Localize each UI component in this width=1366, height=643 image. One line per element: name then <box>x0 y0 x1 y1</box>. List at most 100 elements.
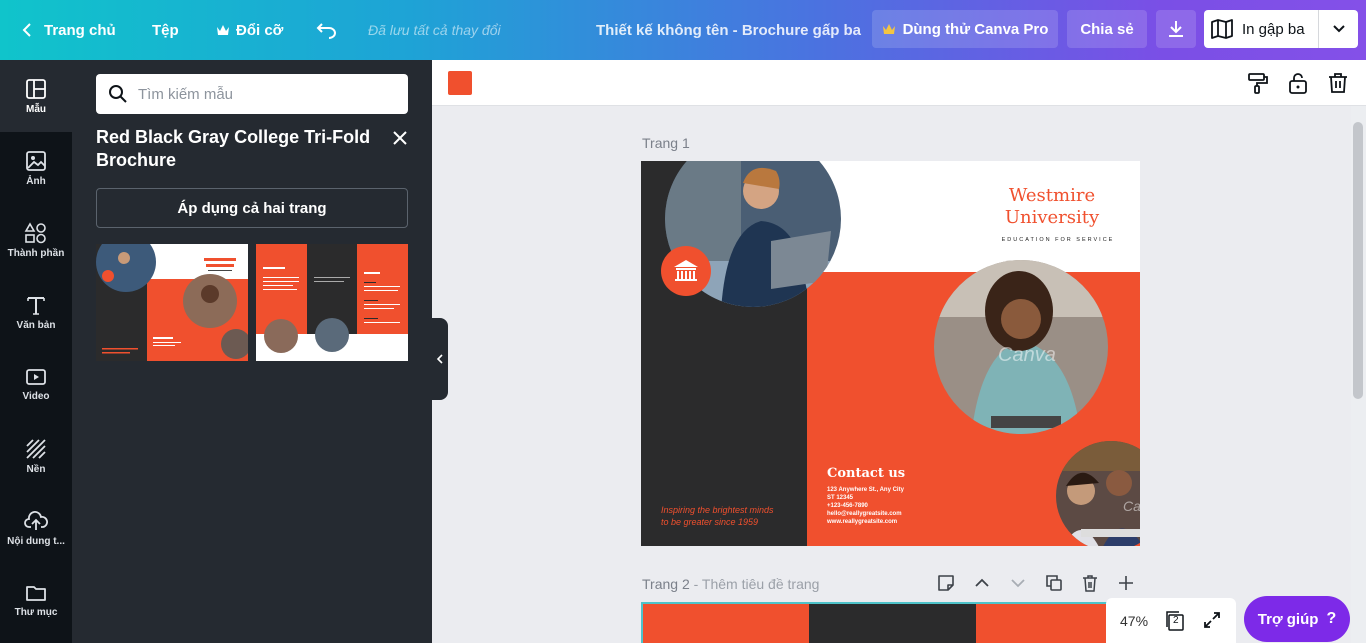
file-label: Tệp <box>152 21 179 39</box>
page-count-button[interactable]: 2 <box>1164 610 1186 632</box>
home-back-button[interactable]: Trang chủ <box>20 0 116 60</box>
template-thumbnail-page1[interactable] <box>96 244 248 361</box>
thumbnail-page1-image <box>96 244 248 361</box>
rail-label: Thư mục <box>14 606 58 618</box>
brochure-page-2[interactable] <box>641 602 1140 643</box>
video-icon <box>26 368 46 385</box>
contact-line: www.reallygreatsite.com <box>827 519 898 525</box>
chevron-down-icon[interactable] <box>1332 24 1346 34</box>
brochure-subtitle: EDUCATION FOR SERVICE <box>1001 237 1115 243</box>
undo-button[interactable] <box>316 0 338 60</box>
add-page-title[interactable]: - Thêm tiêu đề trang <box>690 576 820 592</box>
scrollbar-thumb[interactable] <box>1353 122 1363 399</box>
rail-label: Văn bản <box>16 319 56 331</box>
page-note-icon[interactable] <box>936 573 956 593</box>
rail-item-photos[interactable]: Ảnh <box>0 132 72 204</box>
delete-page-icon[interactable] <box>1080 573 1100 593</box>
watermark-text: Canva <box>998 344 1056 366</box>
paint-roller-icon[interactable] <box>1246 71 1270 95</box>
document-title[interactable]: Thiết kế không tên - Brochure gấp ba <box>596 0 861 60</box>
watermark-text: Canva <box>1123 498 1140 514</box>
fullscreen-icon[interactable] <box>1202 610 1222 630</box>
brochure-page-2-artwork <box>643 604 1138 643</box>
page-1-label: Trang 1 <box>642 135 690 151</box>
try-pro-button[interactable]: Dùng thử Canva Pro <box>872 10 1058 48</box>
close-icon[interactable] <box>390 128 410 148</box>
help-button[interactable]: Trợ giúp ? <box>1244 596 1350 642</box>
rail-item-uploads[interactable]: Nội dung t... <box>0 492 72 564</box>
text-icon <box>27 296 45 315</box>
rail-label: Video <box>22 390 50 402</box>
rail-label: Ảnh <box>26 175 46 187</box>
divider <box>1318 10 1319 48</box>
file-menu[interactable]: Tệp <box>152 0 179 60</box>
chevron-down-icon[interactable] <box>1008 573 1028 593</box>
contact-line: ST 12345 <box>827 495 854 501</box>
left-rail: Mẫu Ảnh Thành phần Văn bản Video Nền Nội… <box>0 60 72 643</box>
zoom-level[interactable]: 47% <box>1120 613 1148 629</box>
map-icon <box>1211 19 1233 39</box>
rail-item-text[interactable]: Văn bản <box>0 276 72 348</box>
crown-icon <box>882 24 895 34</box>
contact-line: hello@reallygreatsite.com <box>827 511 902 517</box>
download-button[interactable] <box>1156 10 1196 48</box>
share-label: Chia sẻ <box>1080 20 1134 38</box>
rail-label: Nội dung t... <box>7 535 65 547</box>
rail-item-folders[interactable]: Thư mục <box>0 564 72 636</box>
print-trifold-button[interactable]: In gập ba <box>1204 10 1358 48</box>
thumbnail-page2-image <box>256 244 408 361</box>
page-2-number: Trang 2 <box>642 576 690 592</box>
chevron-up-icon[interactable] <box>972 573 992 593</box>
upload-icon <box>24 510 48 530</box>
photo-icon <box>26 150 46 171</box>
brochure-title: Westmire University <box>964 185 1140 229</box>
question-icon: ? <box>1326 610 1337 627</box>
crown-icon <box>217 25 229 35</box>
zoom-controls: 47% 2 <box>1106 598 1236 643</box>
editor-toolbar <box>432 60 1366 106</box>
help-label: Trợ giúp <box>1257 610 1319 628</box>
brochure-title-line2: University <box>1004 207 1100 228</box>
search-icon <box>109 85 127 103</box>
template-thumbnail-page2[interactable] <box>256 244 408 361</box>
template-icon <box>26 78 46 99</box>
download-icon <box>1169 21 1183 37</box>
resize-button[interactable]: Đổi cỡ <box>216 0 283 60</box>
trash-icon[interactable] <box>1326 71 1350 95</box>
rail-item-templates[interactable]: Mẫu <box>0 60 72 132</box>
duplicate-page-icon[interactable] <box>1044 573 1064 593</box>
lock-icon[interactable] <box>1286 71 1310 95</box>
print-label: In gập ba <box>1242 20 1305 38</box>
undo-icon <box>316 23 336 39</box>
rail-item-background[interactable]: Nền <box>0 420 72 492</box>
brochure-page-1[interactable]: Canva Canva Westmire University EDUCATIO… <box>641 161 1140 546</box>
rail-label: Thành phần <box>7 247 65 259</box>
save-status: Đã lưu tất cả thay đổi <box>368 22 501 38</box>
page-count: 2 <box>1173 615 1179 626</box>
rail-item-video[interactable]: Video <box>0 348 72 420</box>
contact-line: 123 Anywhere St., Any City <box>827 487 904 493</box>
home-label: Trang chủ <box>44 21 116 39</box>
page-2-label: Trang 2 - Thêm tiêu đề trang <box>642 576 819 592</box>
brochure-title-line1: Westmire <box>1008 185 1096 206</box>
template-search[interactable] <box>96 74 408 114</box>
apply-both-pages-button[interactable]: Áp dụng cả hai trang <box>96 188 408 228</box>
search-input[interactable] <box>138 85 388 103</box>
contact-details: 123 Anywhere St., Any City ST 12345 +123… <box>827 486 904 526</box>
templates-panel: Red Black Gray College Tri-Fold Brochure… <box>72 60 432 643</box>
contact-title: Contact us <box>827 466 906 481</box>
top-bar: Trang chủ Tệp Đổi cỡ Đã lưu tất cả thay … <box>0 0 1366 60</box>
try-pro-label: Dùng thử Canva Pro <box>902 20 1049 38</box>
add-page-icon[interactable] <box>1116 573 1136 593</box>
share-button[interactable]: Chia sẻ <box>1067 10 1147 48</box>
template-title: Red Black Gray College Tri-Fold Brochure <box>96 127 371 170</box>
folder-icon <box>26 585 46 601</box>
collapse-panel-button[interactable] <box>432 318 448 400</box>
elements-icon <box>24 221 46 243</box>
brochure-tagline: Inspiring the brightest minds to be grea… <box>661 504 774 528</box>
rail-label: Nền <box>26 463 46 475</box>
color-swatch[interactable] <box>448 71 472 95</box>
background-icon <box>26 438 46 459</box>
rail-label: Mẫu <box>26 103 46 115</box>
rail-item-elements[interactable]: Thành phần <box>0 204 72 276</box>
